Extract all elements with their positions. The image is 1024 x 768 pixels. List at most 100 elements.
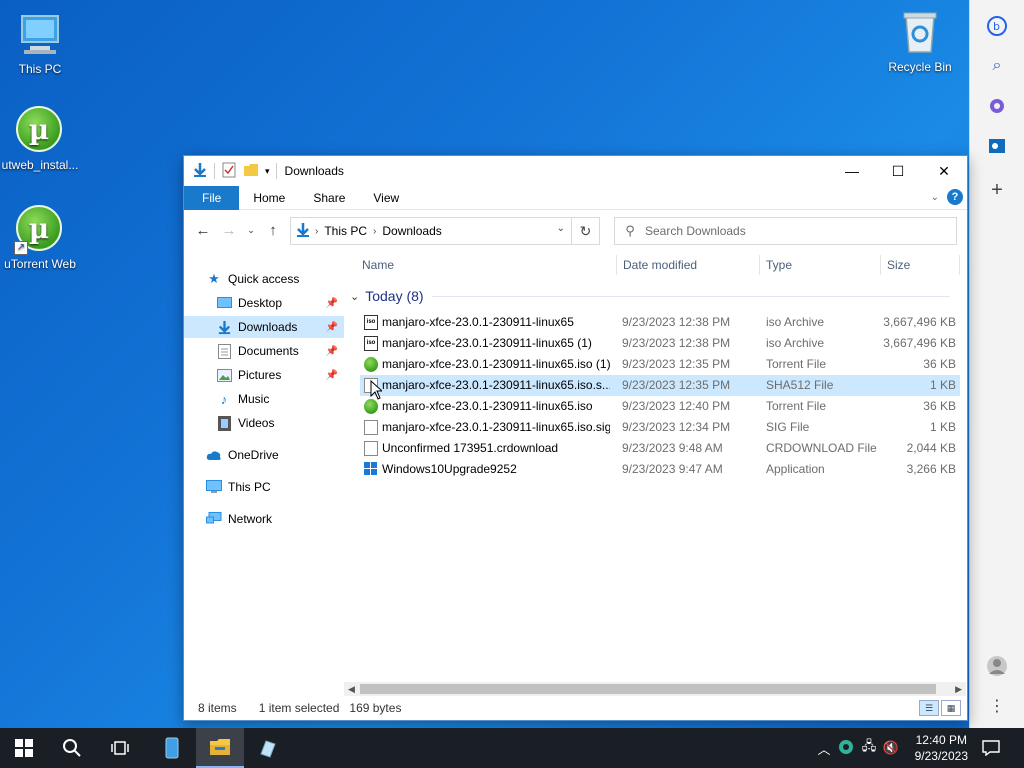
search-icon[interactable]: ⌕ (985, 54, 1009, 78)
scroll-right-icon[interactable]: ▶ (955, 682, 962, 696)
desktop-icon-this-pc[interactable]: This PC (0, 10, 80, 76)
file-explorer-window: ▾ Downloads — ☐ ✕ File Home Share View ⌄… (183, 155, 968, 721)
column-header-name[interactable]: Name (356, 253, 611, 277)
edge-sidebar: b ⌕ + ⋮ (969, 0, 1024, 728)
chevron-down-icon[interactable]: ⌄ (350, 290, 359, 303)
nav-quick-access[interactable]: ★ Quick access (184, 268, 344, 290)
status-selected: 1 item selected (258, 701, 340, 715)
network-icon[interactable]: 🖧 (858, 737, 880, 759)
iso-icon: iso (364, 336, 378, 351)
nav-music[interactable]: ♪ Music (184, 388, 344, 410)
desktop-icon-recycle-bin[interactable]: Recycle Bin (880, 8, 960, 74)
network-icon (206, 511, 222, 527)
refresh-button[interactable]: ↻ (571, 218, 599, 244)
downloads-location-icon (291, 222, 311, 241)
tab-home[interactable]: Home (239, 186, 299, 210)
utorrent-icon: µ ↗ (14, 205, 64, 255)
desktop-folder-icon (216, 295, 232, 311)
properties-icon[interactable] (221, 162, 237, 181)
bing-icon[interactable]: b (985, 14, 1009, 38)
outlook-icon[interactable] (985, 134, 1009, 158)
start-button[interactable] (0, 728, 48, 768)
scroll-left-icon[interactable]: ◀ (348, 682, 355, 696)
edge-tray-icon[interactable] (834, 739, 858, 758)
file-row[interactable]: manjaro-xfce-23.0.1-230911-linux65.iso 9… (360, 396, 960, 417)
tab-view[interactable]: View (359, 186, 413, 210)
column-header-size[interactable]: Size (881, 253, 961, 277)
group-header-today[interactable]: ⌄ Today (8) (350, 288, 950, 304)
details-view-icon[interactable]: ☰ (919, 700, 939, 716)
customize-toolbar-icon[interactable]: ▾ (265, 166, 270, 177)
address-bar[interactable]: › This PC › Downloads ⌄ ↻ (290, 217, 600, 245)
recent-locations-icon[interactable]: ⌄ (244, 225, 258, 236)
nav-desktop[interactable]: Desktop 📌 (184, 292, 344, 314)
close-button[interactable]: ✕ (921, 156, 967, 186)
nav-documents[interactable]: Documents 📌 (184, 340, 344, 362)
breadcrumb-downloads[interactable]: Downloads (376, 224, 447, 238)
more-options-icon[interactable]: ⋮ (985, 694, 1009, 718)
pin-icon[interactable]: 📌 (326, 298, 338, 309)
search-box[interactable]: ⚲ Search Downloads (614, 217, 957, 245)
address-dropdown-icon[interactable]: ⌄ (557, 223, 565, 234)
maximize-button[interactable]: ☐ (875, 156, 921, 186)
file-row[interactable]: manjaro-xfce-23.0.1-230911-linux65.iso (… (360, 354, 960, 375)
help-icon[interactable]: ? (947, 189, 963, 205)
tab-file[interactable]: File (184, 185, 240, 210)
copilot-icon[interactable] (985, 94, 1009, 118)
nav-this-pc[interactable]: This PC (184, 476, 344, 498)
file-explorer-taskbar-icon[interactable] (196, 728, 244, 768)
desktop-icon-label: Recycle Bin (888, 60, 952, 74)
back-button[interactable]: ← (192, 222, 214, 239)
search-icon[interactable] (48, 728, 96, 768)
chevron-right-icon: › (315, 225, 319, 237)
forward-button[interactable]: → (218, 222, 240, 239)
desktop-icon-utweb-installer[interactable]: µ utweb_instal... (0, 106, 80, 172)
phone-app-icon[interactable] (148, 728, 196, 768)
file-row[interactable]: manjaro-xfce-23.0.1-230911-linux65.iso.s… (360, 417, 960, 438)
shortcut-arrow-icon: ↗ (14, 241, 28, 255)
up-button[interactable]: ↑ (262, 222, 284, 239)
ribbon: File Home Share View ⌄ ? (184, 185, 967, 210)
pin-icon[interactable]: 📌 (326, 346, 338, 357)
task-view-icon[interactable] (96, 728, 144, 768)
app-icon[interactable] (244, 728, 292, 768)
pin-icon[interactable]: 📌 (326, 322, 338, 333)
avatar-icon[interactable] (985, 654, 1009, 678)
pin-icon[interactable]: 📌 (326, 370, 338, 381)
file-row[interactable]: iso manjaro-xfce-23.0.1-230911-linux65 (… (360, 333, 960, 354)
tab-share[interactable]: Share (299, 186, 359, 210)
show-hidden-icons-icon[interactable]: ︿ (814, 739, 834, 758)
nav-downloads[interactable]: Downloads 📌 (184, 316, 344, 338)
address-row: ← → ⌄ ↑ › This PC › Downloads ⌄ ↻ ⚲ Sear… (184, 210, 967, 250)
scrollbar-thumb[interactable] (360, 684, 936, 694)
nav-onedrive[interactable]: OneDrive (184, 444, 344, 466)
nav-pictures[interactable]: Pictures 📌 (184, 364, 344, 386)
computer-icon (206, 479, 222, 495)
breadcrumb-this-pc[interactable]: This PC (318, 224, 373, 238)
file-icon (364, 441, 378, 456)
file-row[interactable]: Windows10Upgrade9252 9/23/2023 9:47 AM A… (360, 459, 960, 480)
add-icon[interactable]: + (985, 178, 1009, 202)
mouse-cursor-icon (370, 380, 382, 400)
expand-ribbon-icon[interactable]: ⌄ (931, 192, 939, 203)
computer-icon (16, 10, 64, 58)
desktop-icon-utorrent-web[interactable]: µ ↗ uTorrent Web (0, 205, 80, 271)
column-header-type[interactable]: Type (760, 253, 876, 277)
search-placeholder[interactable]: Search Downloads (645, 224, 746, 238)
volume-muted-icon[interactable]: 🔇 (880, 740, 902, 756)
file-row[interactable]: Unconfirmed 173951.crdownload 9/23/2023 … (360, 438, 960, 459)
file-row[interactable]: iso manjaro-xfce-23.0.1-230911-linux65 9… (360, 312, 960, 333)
file-row-selected[interactable]: manjaro-xfce-23.0.1-230911-linux65.iso.s… (360, 375, 960, 396)
title-bar[interactable]: ▾ Downloads — ☐ ✕ (184, 156, 967, 186)
minimize-button[interactable]: — (829, 156, 875, 186)
column-header-date-modified[interactable]: Date modified (617, 253, 757, 277)
clock[interactable]: 12:40 PM 9/23/2023 (915, 732, 968, 764)
desktop-icon-label: uTorrent Web (4, 257, 76, 271)
nav-network[interactable]: Network (184, 508, 344, 530)
navigation-pane: ★ Quick access Desktop 📌 Downloads 📌 Doc… (184, 268, 344, 683)
large-icons-view-icon[interactable]: ▦ (941, 700, 961, 716)
nav-videos[interactable]: Videos (184, 412, 344, 434)
horizontal-scrollbar[interactable]: ◀ ▶ (344, 682, 966, 696)
new-folder-icon[interactable] (243, 162, 259, 181)
notifications-icon[interactable] (968, 728, 1014, 768)
